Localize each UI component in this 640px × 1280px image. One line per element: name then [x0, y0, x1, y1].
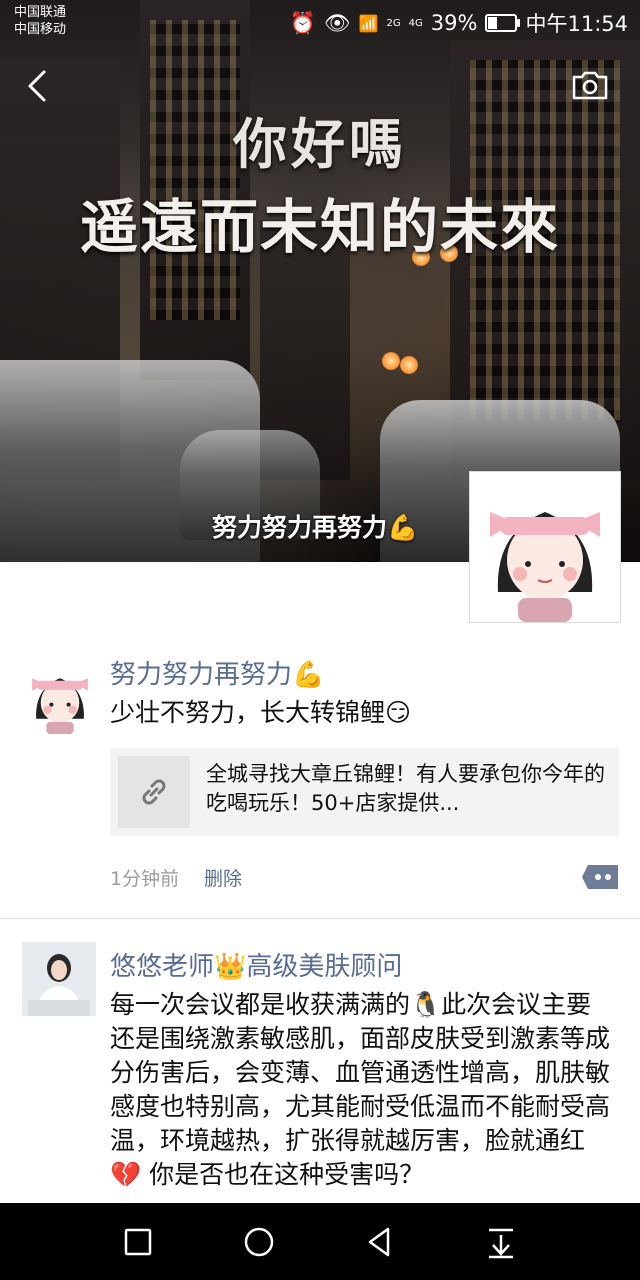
battery-fill — [488, 17, 498, 29]
post-avatar[interactable] — [22, 942, 96, 1016]
alarm-icon: ⏰ — [289, 10, 316, 35]
street-lamp — [382, 352, 400, 370]
cover-title-line1: 你好嗎 — [233, 113, 407, 176]
pull-down-icon[interactable] — [481, 1222, 521, 1262]
post-author[interactable]: 努力努力再努力💪 — [110, 654, 324, 691]
carrier-2: 中国移动 — [14, 22, 67, 37]
system-navigation-bar — [0, 1203, 640, 1280]
network-4g-label: 4G — [408, 17, 423, 29]
post-time: 1分钟前 — [110, 868, 180, 890]
post-text: 少壮不努力，长大转锦鲤😏 — [110, 698, 412, 727]
avatar-photo — [22, 942, 96, 1016]
carrier-1: 中国联通 — [14, 5, 67, 20]
camera-icon[interactable] — [570, 68, 610, 102]
cover-username: 努力努力再努力💪 — [212, 513, 419, 542]
network-2g-label: 2G — [386, 17, 401, 29]
cover-title-line2: 遥遠而未知的未來 — [79, 193, 560, 261]
status-icons: ⏰ 👁 📶 2G 4G 39% 中午11:54 — [290, 8, 628, 38]
link-title: 全城寻找大章丘锦鲤！有人要承包你今年的吃喝玩乐！50+店家提供... — [206, 762, 605, 815]
street-lamp — [400, 356, 418, 374]
carrier-info: 中国联通 中国移动 — [14, 4, 66, 38]
link-icon — [142, 779, 166, 805]
post-text: 每一次会议都是收获满满的🐧此次会议主要还是围绕激素敏感肌，面部皮肤受到激素等成分… — [110, 990, 611, 1189]
moment-post: 努力努力再努力💪 少壮不努力，长大转锦鲤😏 全城寻找大章丘锦鲤！有人要承包你今年… — [0, 640, 640, 919]
eye-icon: 👁 — [323, 10, 351, 35]
delete-button[interactable]: 删除 — [204, 864, 242, 891]
avatar-illustration — [490, 512, 600, 622]
link-thumbnail — [118, 756, 190, 828]
circle-icon[interactable] — [239, 1222, 279, 1262]
shared-link-card[interactable]: 全城寻找大章丘锦鲤！有人要承包你今年的吃喝玩乐！50+店家提供... — [110, 748, 619, 836]
clock-time: 中午11:54 — [525, 12, 628, 36]
triangle-back-icon[interactable] — [360, 1222, 400, 1262]
post-author[interactable]: 悠悠老师👑高级美肤顾问 — [110, 946, 402, 983]
post-avatar[interactable] — [22, 658, 98, 734]
square-icon[interactable] — [118, 1222, 158, 1262]
profile-avatar[interactable] — [469, 471, 621, 623]
moment-post: 悠悠老师👑高级美肤顾问 每一次会议都是收获满满的🐧此次会议主要还是围绕激素敏感肌… — [0, 920, 640, 1210]
wifi-icon: 📶 — [358, 13, 379, 33]
battery-percent: 39% — [430, 11, 478, 35]
battery-icon — [485, 14, 521, 32]
back-icon[interactable] — [20, 66, 54, 106]
status-bar: 中国联通 中国移动 ⏰ 👁 📶 2G 4G 39% 中午11:54 — [0, 0, 640, 44]
avatar-illustration — [32, 678, 88, 734]
comment-icon[interactable] — [580, 862, 620, 892]
